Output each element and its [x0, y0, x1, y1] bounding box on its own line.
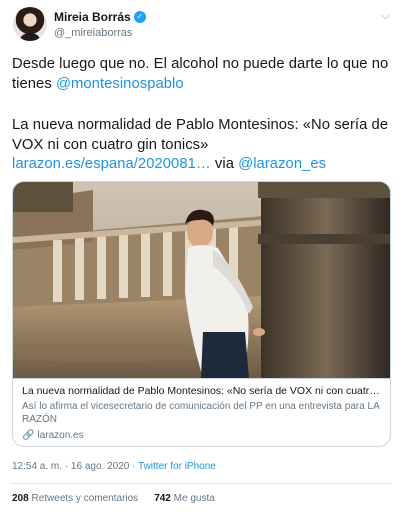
tweet-text: La nueva normalidad de Pablo Montesinos:…: [12, 117, 389, 153]
card-image[interactable]: [13, 182, 390, 378]
mention-link[interactable]: @montesinospablo: [56, 76, 184, 92]
separator: ·: [62, 461, 71, 472]
author-name-row[interactable]: Mireia Borrás ✓: [54, 10, 146, 24]
tweet-date[interactable]: 16 ago. 2020: [71, 461, 129, 472]
separator: ·: [129, 461, 139, 472]
retweets-count: 208: [12, 493, 29, 504]
link-preview-card[interactable]: La nueva normalidad de Pablo Montesinos:…: [12, 181, 391, 447]
card-domain: larazon.es: [37, 430, 84, 441]
tweet-time[interactable]: 12:54 a. m.: [12, 461, 62, 472]
divider: [12, 483, 392, 484]
article-url-link[interactable]: larazon.es/espana/2020081…: [12, 156, 211, 172]
author-name[interactable]: Mireia Borrás: [54, 10, 131, 24]
retweets-label: Retweets y comentarios: [31, 493, 139, 504]
card-description: Así lo afirma el vicesecretario de comun…: [22, 401, 380, 425]
tweet-text-paragraph-1: Desde luego que no. El alcohol no puede …: [12, 55, 397, 94]
author-handle[interactable]: @_mireiaborras: [54, 27, 132, 39]
via-text: via: [210, 156, 239, 172]
card-title[interactable]: La nueva normalidad de Pablo Montesinos:…: [22, 385, 383, 398]
timestamp-row: 12:54 a. m. · 16 ago. 2020 · Twitter for…: [12, 461, 216, 472]
retweets-stat[interactable]: 208 Retweets y comentarios: [12, 493, 138, 504]
likes-count: 742: [154, 493, 171, 504]
card-meta[interactable]: La nueva normalidad de Pablo Montesinos:…: [13, 378, 390, 446]
verified-badge-icon: ✓: [133, 11, 146, 23]
engagement-stats: 208 Retweets y comentarios 742 Me gusta: [12, 493, 215, 504]
chevron-down-icon[interactable]: ⌵: [382, 10, 390, 23]
tweet-text-paragraph-2: La nueva normalidad de Pablo Montesinos:…: [12, 116, 397, 175]
via-mention-link[interactable]: @larazon_es: [238, 156, 326, 172]
tweet: Mireia Borrás ✓ @_mireiaborras ⌵ Desde l…: [0, 0, 404, 518]
link-icon: 🔗: [22, 430, 35, 441]
avatar[interactable]: [13, 7, 47, 41]
tweet-source-link[interactable]: Twitter for iPhone: [138, 461, 216, 472]
card-domain-row: 🔗 larazon.es: [22, 429, 383, 442]
likes-stat[interactable]: 742 Me gusta: [154, 493, 215, 504]
likes-label: Me gusta: [173, 493, 215, 504]
